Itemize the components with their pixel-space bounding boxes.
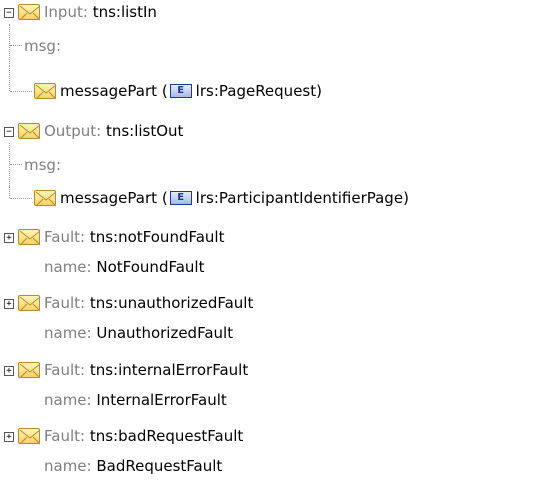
envelope-icon (34, 190, 57, 207)
fault-row[interactable]: Fault: tns:notFoundFault (44, 225, 224, 249)
fault-name-label: name: (44, 391, 92, 409)
output-value: tns:listOut (105, 122, 184, 140)
input-msg-label: msg: (24, 37, 62, 55)
fault-row[interactable]: Fault: tns:unauthorizedFault (44, 291, 253, 315)
output-part-label: messagePart (60, 189, 158, 207)
tree-connector (10, 45, 22, 46)
output-msg-label: msg: (24, 156, 62, 174)
tree-connector (10, 198, 32, 199)
element-type-icon: E (169, 84, 192, 98)
output-part-type: lrs:ParticipantIdentifierPage (195, 189, 404, 207)
fault-row[interactable]: Fault: tns:badRequestFault (44, 424, 243, 448)
fault-value: tns:internalErrorFault (89, 361, 249, 379)
open-paren: ( (161, 189, 168, 207)
fault-keyword: Fault: (44, 427, 86, 445)
envelope-icon (18, 362, 41, 379)
fault-name-label: name: (44, 258, 92, 276)
expand-fault-toggle[interactable]: + (4, 233, 14, 243)
element-type-icon: E (169, 191, 192, 205)
fault-name-label: name: (44, 457, 92, 475)
envelope-icon (18, 229, 41, 246)
fault-row[interactable]: Fault: tns:internalErrorFault (44, 358, 248, 382)
input-part-row[interactable]: messagePart (Elrs:PageRequest) (60, 79, 322, 103)
fault-name-row: name: NotFoundFault (44, 255, 204, 279)
tree-connector (10, 164, 22, 165)
close-paren: ) (316, 82, 322, 100)
envelope-icon (34, 83, 57, 100)
fault-name-row: name: BadRequestFault (44, 454, 222, 478)
fault-value: tns:badRequestFault (89, 427, 244, 445)
fault-keyword: Fault: (44, 228, 86, 246)
fault-name: NotFoundFault (96, 258, 205, 276)
fault-name-label: name: (44, 324, 92, 342)
open-paren: ( (161, 82, 168, 100)
output-msg-row: msg: (24, 153, 61, 177)
expand-glyph: + (6, 298, 12, 309)
expand-glyph: + (6, 232, 12, 243)
output-keyword: Output: (44, 122, 102, 140)
input-part-label: messagePart (60, 82, 158, 100)
fault-value: tns:unauthorizedFault (89, 294, 254, 312)
input-keyword: Input: (44, 3, 88, 21)
fault-keyword: Fault: (44, 361, 86, 379)
fault-name: InternalErrorFault (96, 391, 227, 409)
output-part-row[interactable]: messagePart (Elrs:ParticipantIdentifierP… (60, 186, 409, 210)
fault-name-row: name: InternalErrorFault (44, 388, 227, 412)
collapse-glyph: − (6, 7, 12, 18)
fault-keyword: Fault: (44, 294, 86, 312)
input-row[interactable]: Input: tns:listIn (44, 0, 157, 24)
collapse-glyph: − (6, 126, 12, 137)
tree-connector (9, 186, 10, 198)
close-paren: ) (403, 189, 409, 207)
input-msg-row: msg: (24, 34, 61, 58)
expand-fault-toggle[interactable]: + (4, 299, 14, 309)
envelope-icon (18, 123, 41, 140)
fault-name-row: name: UnauthorizedFault (44, 321, 233, 345)
envelope-icon (18, 295, 41, 312)
envelope-icon (18, 4, 41, 21)
tree-connector (10, 91, 32, 92)
input-value: tns:listIn (92, 3, 157, 21)
fault-value: tns:notFoundFault (89, 228, 225, 246)
fault-name: UnauthorizedFault (96, 324, 234, 342)
expand-glyph: + (6, 365, 12, 376)
input-part-type: lrs:PageRequest (195, 82, 317, 100)
expand-fault-toggle[interactable]: + (4, 432, 14, 442)
expand-fault-toggle[interactable]: + (4, 366, 14, 376)
collapse-input-toggle[interactable]: − (4, 8, 14, 18)
tree-connector (9, 66, 10, 91)
envelope-icon (18, 428, 41, 445)
expand-glyph: + (6, 431, 12, 442)
fault-name: BadRequestFault (96, 457, 223, 475)
output-row[interactable]: Output: tns:listOut (44, 119, 183, 143)
collapse-output-toggle[interactable]: − (4, 127, 14, 137)
tree-connector (9, 143, 10, 188)
